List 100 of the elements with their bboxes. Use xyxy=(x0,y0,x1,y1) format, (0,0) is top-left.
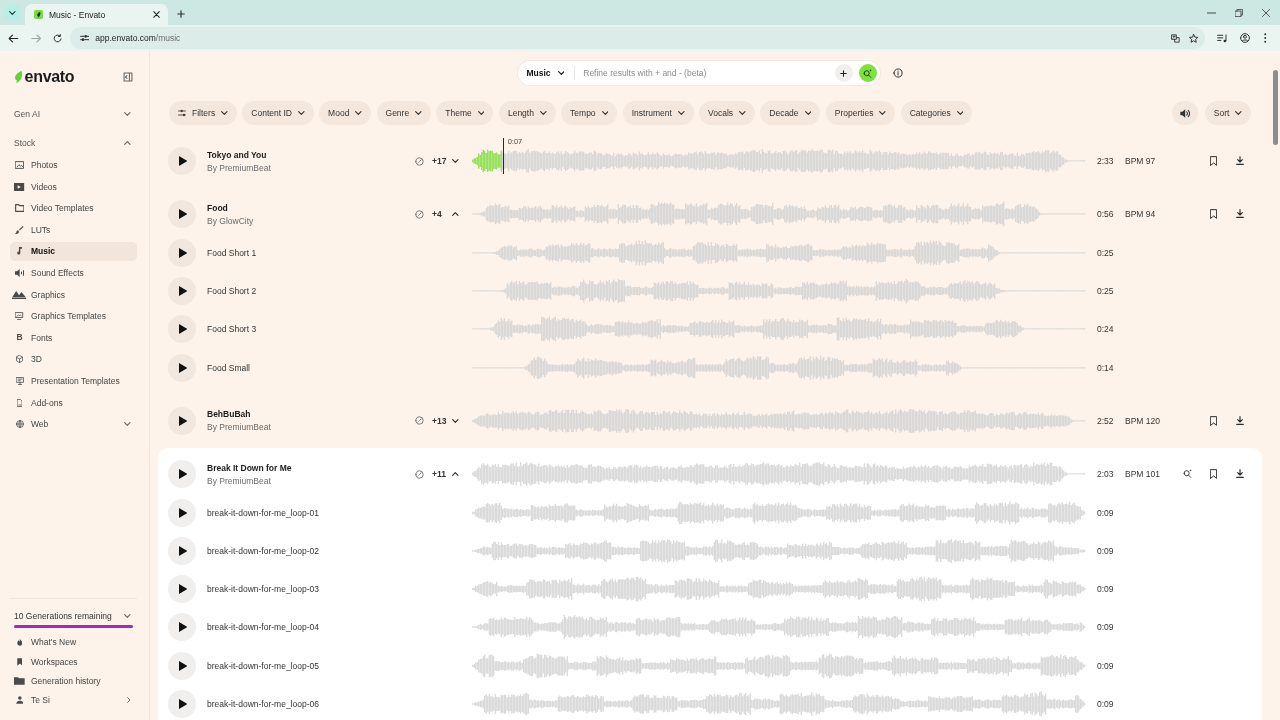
version-title[interactable]: break-it-down-for-me_loop-02 xyxy=(207,544,319,557)
version-title[interactable]: Food Short 1 xyxy=(207,246,257,259)
profile-icon[interactable] xyxy=(1240,33,1251,43)
play-button[interactable] xyxy=(168,200,196,229)
play-button[interactable] xyxy=(168,651,196,680)
sidebar-item[interactable]: 3D xyxy=(10,349,137,369)
filter-dropdown[interactable]: Genre xyxy=(376,101,431,125)
info-icon[interactable] xyxy=(892,68,903,78)
filter-dropdown[interactable]: Categories xyxy=(900,101,973,125)
menu-icon[interactable] xyxy=(1264,33,1267,43)
bookmark-icon[interactable] xyxy=(1209,469,1218,480)
sidebar-item[interactable]: Presentation Templates xyxy=(10,371,137,391)
overlapping-squares-icon[interactable] xyxy=(1170,33,1180,43)
sidebar-item[interactable]: Videos xyxy=(10,177,137,197)
filter-dropdown[interactable]: Instrument xyxy=(622,101,694,125)
play-button[interactable] xyxy=(168,277,196,306)
sidebar-item[interactable]: What's New xyxy=(10,632,137,653)
version-title[interactable]: break-it-down-for-me_loop-04 xyxy=(207,621,319,634)
star-icon[interactable] xyxy=(1188,33,1198,43)
sidebar-section[interactable]: Stock xyxy=(10,133,137,153)
version-title[interactable]: Food Small xyxy=(207,361,250,374)
sidebar-item[interactable]: B Fonts xyxy=(10,328,137,348)
play-button[interactable] xyxy=(168,536,196,565)
bookmark-icon[interactable] xyxy=(1209,415,1218,426)
download-icon[interactable] xyxy=(1236,156,1244,166)
play-button[interactable] xyxy=(168,315,196,344)
version-title[interactable]: Food Short 2 xyxy=(207,285,257,298)
volume-button[interactable] xyxy=(1171,101,1198,125)
version-title[interactable]: break-it-down-for-me_loop-03 xyxy=(207,583,319,596)
version-title[interactable]: break-it-down-for-me_loop-06 xyxy=(207,698,319,710)
chevron-down-icon[interactable] xyxy=(452,159,459,164)
track-title[interactable]: Tokyo and You xyxy=(207,148,267,161)
dial-icon[interactable] xyxy=(415,469,424,479)
filter-dropdown[interactable]: Length xyxy=(498,101,556,125)
track-title[interactable]: Break It Down for Me xyxy=(207,461,292,474)
filter-dropdown[interactable]: Theme xyxy=(436,101,494,125)
filter-dropdown[interactable]: Vocals xyxy=(699,101,755,125)
track-author[interactable]: By GlowCity xyxy=(207,214,254,227)
version-title[interactable]: break-it-down-for-me_loop-05 xyxy=(207,659,319,672)
sidebar-item[interactable]: Workspaces xyxy=(10,652,137,672)
add-term-button[interactable] xyxy=(834,64,853,82)
scrollbar-thumb[interactable] xyxy=(1272,70,1278,145)
filter-dropdown[interactable]: Properties xyxy=(825,101,896,125)
sidebar-item[interactable]: Music xyxy=(10,241,137,261)
back-arrow-icon[interactable] xyxy=(8,33,19,43)
sidebar-collapse-icon[interactable] xyxy=(123,72,133,82)
play-button[interactable] xyxy=(168,353,196,382)
download-icon[interactable] xyxy=(1236,415,1244,425)
filter-dropdown[interactable]: Mood xyxy=(319,101,371,125)
scope-dropdown[interactable]: Music xyxy=(526,68,565,78)
search-field[interactable]: Music Refine results with + and - (beta) xyxy=(517,61,880,85)
restore-icon[interactable] xyxy=(1235,8,1243,17)
dial-icon[interactable] xyxy=(415,209,424,219)
track-title[interactable]: BehBuBah xyxy=(207,408,251,421)
playlist-icon[interactable] xyxy=(1217,33,1228,43)
sidebar-item[interactable]: Photos xyxy=(10,155,137,175)
sidebar-item[interactable]: Add-ons xyxy=(10,393,137,413)
address-bar[interactable]: app.envato.com/music xyxy=(70,27,1205,49)
download-icon[interactable] xyxy=(1236,209,1244,219)
dial-icon[interactable] xyxy=(415,156,424,166)
generations-dropdown[interactable]: 10 Generations remaining xyxy=(10,608,137,625)
sidebar-section[interactable]: Gen AI xyxy=(10,104,137,124)
download-icon[interactable] xyxy=(1236,469,1244,479)
chevron-up-icon[interactable] xyxy=(452,472,459,477)
magnifier-sparkle-icon[interactable] xyxy=(1182,469,1192,479)
play-button[interactable] xyxy=(168,147,196,176)
logo-wordmark[interactable]: envato xyxy=(24,67,75,87)
close-icon[interactable] xyxy=(153,11,160,18)
play-button[interactable] xyxy=(168,575,196,604)
search-button[interactable] xyxy=(858,64,877,82)
sliders-icon[interactable] xyxy=(80,34,90,42)
play-button[interactable] xyxy=(168,460,196,489)
play-button[interactable] xyxy=(168,406,196,435)
filter-dropdown[interactable]: Decade xyxy=(760,101,821,125)
track-author[interactable]: By PremiumBeat xyxy=(207,421,271,434)
reload-icon[interactable] xyxy=(53,33,62,43)
filters-button[interactable]: Filters xyxy=(169,101,237,125)
filter-dropdown[interactable]: Tempo xyxy=(561,101,618,125)
play-button[interactable] xyxy=(168,238,196,267)
sort-dropdown[interactable]: Sort xyxy=(1204,101,1251,125)
bookmark-icon[interactable] xyxy=(1209,209,1218,220)
sidebar-item[interactable]: Graphics xyxy=(10,285,137,305)
browser-tab[interactable]: Music - Envato xyxy=(25,4,168,25)
play-button[interactable] xyxy=(168,690,196,718)
new-tab-plus-icon[interactable] xyxy=(177,10,185,18)
chevron-down-icon[interactable] xyxy=(452,418,459,423)
chevron-up-icon[interactable] xyxy=(452,212,459,217)
sidebar-item[interactable]: Video Templates xyxy=(10,198,137,218)
sidebar-item[interactable]: Te Si xyxy=(10,690,137,710)
filter-dropdown[interactable]: Content ID xyxy=(242,101,314,125)
sidebar-item[interactable]: LUTs xyxy=(10,220,137,240)
track-title[interactable]: Food xyxy=(207,201,228,214)
version-title[interactable]: Food Short 3 xyxy=(207,323,257,336)
sidebar-item[interactable]: Generation history xyxy=(10,671,137,691)
sidebar-item[interactable]: Sound Effects xyxy=(10,263,137,283)
tab-list-button[interactable] xyxy=(4,4,21,21)
sidebar-item[interactable]: Web xyxy=(10,414,137,434)
sidebar-item[interactable]: Graphics Templates xyxy=(10,306,137,326)
play-button[interactable] xyxy=(168,613,196,642)
track-author[interactable]: By PremiumBeat xyxy=(207,161,271,174)
